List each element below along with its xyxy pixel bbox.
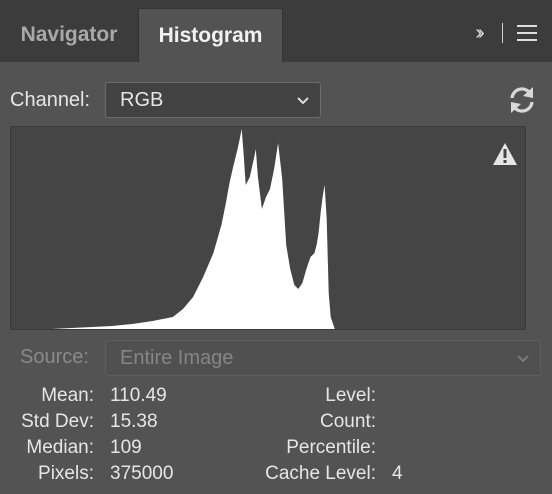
cache-level-value: 4: [392, 463, 403, 484]
percentile-label: Percentile:: [286, 437, 376, 458]
source-value: Entire Image: [120, 347, 234, 369]
channel-label: Channel:: [10, 89, 91, 111]
toolbar-divider: [502, 23, 503, 43]
histogram-area: [11, 129, 527, 329]
source-label: Source:: [20, 346, 89, 368]
refresh-icon[interactable]: [506, 85, 538, 115]
channel-value: RGB: [120, 89, 164, 111]
expand-panel-icon[interactable]: ››: [465, 20, 491, 46]
cache-level-label: Cache Level:: [265, 463, 376, 484]
warning-icon[interactable]: [492, 142, 518, 166]
level-label: Level:: [325, 385, 376, 406]
source-select[interactable]: Entire Image: [105, 340, 541, 376]
channel-select[interactable]: RGB: [105, 82, 321, 118]
histogram-svg: [11, 129, 527, 329]
histogram-chart: [10, 126, 527, 330]
tab-navigator[interactable]: Navigator: [0, 8, 138, 62]
panel-menu-icon[interactable]: [515, 22, 539, 44]
chevron-down-icon: [297, 97, 309, 105]
tab-histogram[interactable]: Histogram: [138, 8, 283, 62]
chevron-down-icon: [517, 355, 529, 363]
panel-tab-bar: Navigator Histogram ››: [0, 0, 552, 62]
count-label: Count:: [320, 411, 376, 432]
